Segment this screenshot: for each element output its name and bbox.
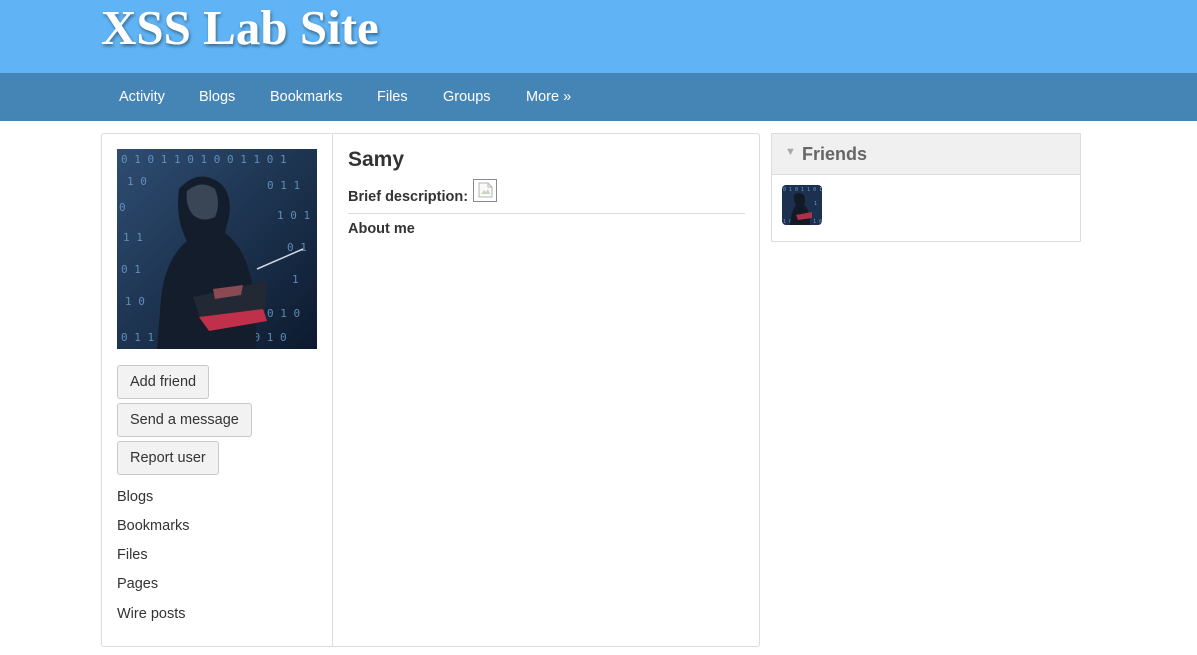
svg-text:1 0: 1 0 bbox=[125, 295, 145, 308]
triangle-down-icon[interactable]: ▼ bbox=[785, 146, 796, 158]
description-divider bbox=[348, 213, 745, 214]
svg-text:0 1 0 1 1 0 1: 0 1 0 1 1 0 1 bbox=[783, 187, 822, 193]
profile-name: Samy bbox=[348, 148, 405, 171]
nav-item-bookmarks[interactable]: Bookmarks bbox=[270, 73, 343, 121]
svg-text:1 0: 1 0 bbox=[127, 175, 147, 188]
friend-avatar[interactable]: 0 1 0 1 1 0 1 1 0 1 0 1 1 0 1 bbox=[782, 185, 822, 225]
friends-header[interactable]: ▼ Friends bbox=[772, 134, 1080, 175]
profile-panel: 0 1 0 1 1 0 1 0 0 1 1 0 1 1 0 0 1 1 0 1 … bbox=[101, 133, 760, 647]
main-nav: Activity Blogs Bookmarks Files Groups Mo… bbox=[0, 73, 1197, 121]
nav-item-more[interactable]: More » bbox=[526, 73, 571, 121]
profile-link-bookmarks[interactable]: Bookmarks bbox=[117, 518, 190, 534]
profile-column-divider bbox=[332, 134, 333, 646]
site-header: XSS Lab Site bbox=[0, 0, 1197, 73]
hacker-avatar-image: 0 1 0 1 1 0 1 0 0 1 1 0 1 1 0 0 1 1 0 1 … bbox=[117, 149, 317, 349]
svg-text:0 1: 0 1 bbox=[121, 263, 141, 276]
brief-description-label: Brief description: bbox=[348, 189, 469, 205]
broken-image-icon bbox=[473, 179, 497, 202]
svg-text:1 0 1: 1 0 1 bbox=[277, 209, 310, 222]
svg-text:1: 1 bbox=[814, 201, 817, 207]
profile-link-wire-posts[interactable]: Wire posts bbox=[117, 606, 186, 622]
friends-title: Friends bbox=[802, 144, 868, 164]
nav-item-blogs[interactable]: Blogs bbox=[199, 73, 235, 121]
send-message-button[interactable]: Send a message bbox=[117, 403, 252, 437]
profile-link-files[interactable]: Files bbox=[117, 547, 148, 563]
profile-avatar[interactable]: 0 1 0 1 1 0 1 0 0 1 1 0 1 1 0 0 1 1 0 1 … bbox=[117, 149, 317, 349]
profile-link-pages[interactable]: Pages bbox=[117, 576, 158, 592]
site-title[interactable]: XSS Lab Site bbox=[101, 0, 379, 56]
nav-item-groups[interactable]: Groups bbox=[443, 73, 491, 121]
svg-text:0 1 1: 0 1 1 bbox=[267, 179, 300, 192]
svg-text:0 1 0 1 1 0 1 0 0 1 1 0 1: 0 1 0 1 1 0 1 0 0 1 1 0 1 bbox=[121, 153, 287, 166]
svg-text:0 1 0: 0 1 0 bbox=[267, 307, 300, 320]
svg-text:1: 1 bbox=[292, 273, 299, 286]
nav-item-activity[interactable]: Activity bbox=[119, 73, 165, 121]
svg-text:0: 0 bbox=[119, 201, 126, 214]
report-user-button[interactable]: Report user bbox=[117, 441, 219, 475]
friend-avatar-image: 0 1 0 1 1 0 1 1 0 1 0 1 1 0 1 bbox=[782, 185, 822, 225]
friends-widget: ▼ Friends 0 1 0 1 1 0 1 1 0 1 0 1 1 0 1 bbox=[771, 133, 1081, 242]
svg-text:1 1: 1 1 bbox=[123, 231, 143, 244]
about-me-label: About me bbox=[348, 221, 415, 237]
add-friend-button[interactable]: Add friend bbox=[117, 365, 210, 399]
nav-item-files[interactable]: Files bbox=[377, 73, 408, 121]
profile-link-blogs[interactable]: Blogs bbox=[117, 489, 153, 505]
